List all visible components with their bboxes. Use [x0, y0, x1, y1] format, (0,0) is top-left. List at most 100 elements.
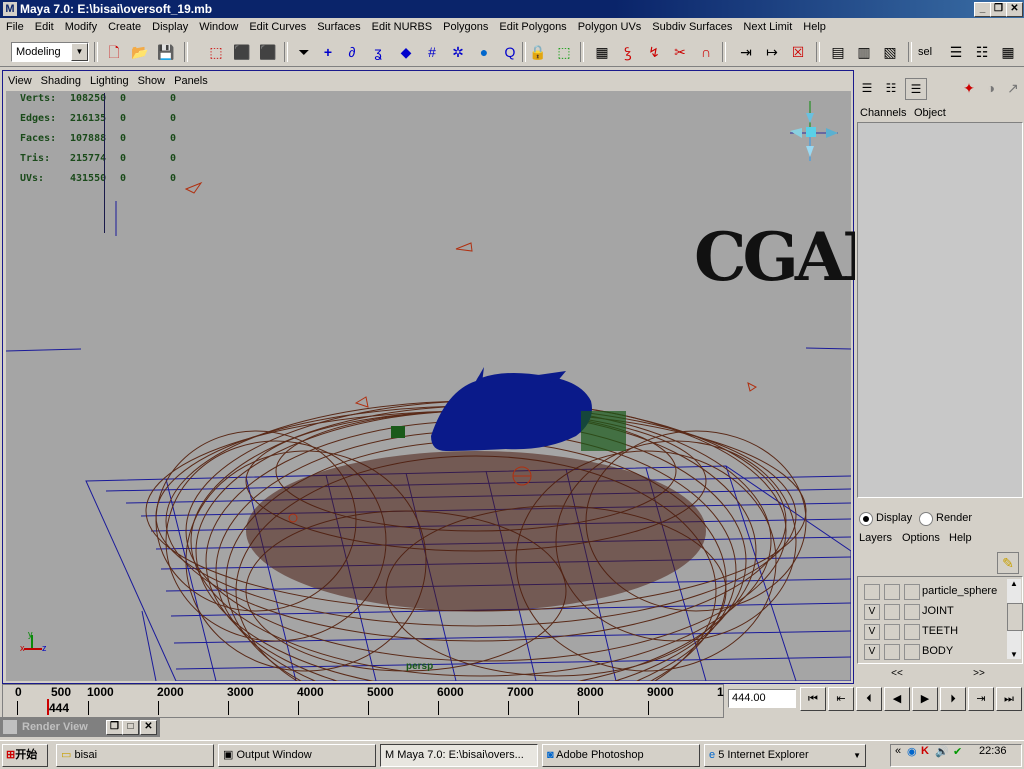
layer-color-swatch[interactable] — [904, 624, 920, 640]
render-view-minimized[interactable]: Render View ❐ □ ✕ — [0, 717, 160, 737]
menu-polygons[interactable]: Polygons — [437, 18, 493, 33]
update-icon[interactable]: ✔ — [953, 745, 962, 758]
layer-list[interactable]: particle_sphere V JOINT V TEETH V BODY ▲… — [857, 576, 1023, 664]
render-radio-label[interactable]: Render — [936, 512, 972, 524]
panel-menu-panels[interactable]: Panels — [169, 71, 212, 87]
menu-file[interactable]: File — [0, 18, 29, 33]
layer-template-toggle[interactable] — [884, 604, 900, 620]
go-to-end-button[interactable]: ⏭ — [996, 687, 1022, 711]
menu-edit-curves[interactable]: Edit Curves — [243, 18, 311, 33]
menu-modify[interactable]: Modify — [59, 18, 102, 33]
display-radio[interactable] — [859, 512, 873, 526]
save-scene-icon[interactable]: 💾 — [156, 42, 176, 62]
channel-box-layout-icon[interactable]: ☰ — [857, 78, 877, 98]
layer-color-swatch[interactable] — [904, 584, 920, 600]
step-forward-frame-button[interactable]: ⏵ — [940, 687, 966, 711]
mode-dropdown[interactable]: Modeling ▼ — [11, 42, 89, 62]
layer-menu-help[interactable]: Help — [949, 532, 972, 544]
channel-list[interactable] — [857, 122, 1023, 498]
channel-box-icon[interactable]: ▧ — [880, 42, 900, 62]
history-icon[interactable]: ✲ — [448, 42, 468, 62]
layer-name[interactable]: BODY — [922, 645, 953, 657]
layer-menu-options[interactable]: Options — [902, 532, 940, 544]
menu-window[interactable]: Window — [193, 18, 243, 33]
render-view-max-button[interactable]: □ — [122, 720, 139, 735]
maximize-button[interactable]: ❐ — [990, 2, 1007, 17]
tool-box-icon[interactable]: ▥ — [854, 42, 874, 62]
menu-display[interactable]: Display — [146, 18, 193, 33]
layer-name[interactable]: TEETH — [922, 625, 958, 637]
render-sphere-icon[interactable]: ● — [474, 42, 494, 62]
layer-template-toggle[interactable] — [884, 624, 900, 640]
layer-name[interactable]: JOINT — [922, 605, 954, 617]
layer-visibility-toggle[interactable]: V — [864, 644, 880, 660]
layer-scrollbar[interactable]: ▲ ▼ — [1007, 579, 1023, 659]
layer-template-toggle[interactable] — [884, 644, 900, 660]
snap-view-plane-icon[interactable]: ◆ — [396, 42, 416, 62]
render-view-close-button[interactable]: ✕ — [140, 720, 157, 735]
select-hierarchy-icon[interactable]: ⬚ — [206, 42, 226, 62]
shading-sphere-icon[interactable]: ◑ — [981, 78, 1001, 98]
taskbar-item[interactable]: ▣ Output Window — [218, 744, 376, 767]
menu-polygon-uvs[interactable]: Polygon UVs — [572, 18, 647, 33]
axis-tool-icon[interactable]: ✦ — [959, 78, 979, 98]
snap-curve-icon[interactable]: ∂ — [342, 42, 362, 62]
panel-menu-shading[interactable]: Shading — [36, 71, 85, 87]
layer-row[interactable]: V TEETH — [862, 623, 1002, 641]
graph-icon[interactable]: ▦ — [998, 42, 1018, 62]
outliner-icon[interactable]: ☷ — [972, 42, 992, 62]
layer-visibility-toggle[interactable] — [864, 584, 880, 600]
filter-icon[interactable]: ⏷ — [294, 42, 314, 62]
antivirus-icon[interactable]: K — [921, 745, 929, 757]
layer-scroll-right[interactable]: >> — [939, 668, 1019, 680]
menu-next-limit[interactable]: Next Limit — [737, 18, 797, 33]
panel-menu-lighting[interactable]: Lighting — [85, 71, 133, 87]
current-frame-field[interactable]: 444.00 — [728, 689, 796, 708]
taskbar-item[interactable]: ▭ bisai — [56, 744, 214, 767]
attribute-layout-icon[interactable]: ☷ — [881, 78, 901, 98]
volume-icon[interactable]: 🔊 — [935, 745, 949, 758]
start-button[interactable]: ⊞开始 — [2, 744, 48, 767]
layer-visibility-toggle[interactable]: V — [864, 624, 880, 640]
close-button[interactable]: ✕ — [1006, 2, 1023, 17]
render-view-restore-button[interactable]: ❐ — [106, 720, 123, 735]
go-to-start-button[interactable]: ⏮ — [800, 687, 826, 711]
arrow-icon[interactable]: ↗ — [1003, 78, 1023, 98]
magnet-icon[interactable]: ∩ — [696, 42, 716, 62]
render-region-icon[interactable]: ⬚ — [554, 42, 574, 62]
panel-menu-view[interactable]: View — [3, 71, 36, 87]
lock-icon[interactable]: 🔒 — [528, 42, 548, 62]
layer-template-toggle[interactable] — [884, 584, 900, 600]
open-scene-icon[interactable]: 📂 — [130, 42, 150, 62]
menu-create[interactable]: Create — [102, 18, 146, 33]
tool-settings-icon[interactable]: ☒ — [788, 42, 808, 62]
layer-row[interactable]: particle_sphere — [862, 583, 1002, 601]
layer-color-swatch[interactable] — [904, 644, 920, 660]
snap-point-icon[interactable]: ʓ — [368, 42, 388, 62]
layer-visibility-toggle[interactable]: V — [864, 604, 880, 620]
3d-viewport[interactable]: Verts: 108250 0 0 Edges: 216135 0 0 Faces: 1078… — [6, 91, 851, 681]
menu-surfaces[interactable]: Surfaces — [311, 18, 365, 33]
scroll-down-icon[interactable]: ▼ — [1007, 650, 1021, 659]
tray-expand-icon[interactable]: « — [895, 745, 901, 757]
panel-menu-show[interactable]: Show — [133, 71, 170, 87]
combined-layout-icon[interactable]: ☰ — [905, 78, 927, 100]
attribute-editor-icon[interactable]: ▤ — [828, 42, 848, 62]
new-layer-icon[interactable]: ✎ — [997, 552, 1019, 574]
menu-edit-nurbs[interactable]: Edit NURBS — [366, 18, 438, 33]
layer-row[interactable]: V JOINT — [862, 603, 1002, 621]
layer-row[interactable]: V BODY — [862, 643, 1002, 661]
render-settings-icon[interactable]: ↯ — [644, 42, 664, 62]
select-component-icon[interactable]: ⬛ — [258, 42, 278, 62]
new-scene-icon[interactable]: 🗋 — [104, 42, 124, 62]
step-back-key-button[interactable]: ⇤ — [828, 687, 854, 711]
hypergraph-icon[interactable]: ✂ — [670, 42, 690, 62]
ipr-render-icon[interactable]: ꝣ — [618, 42, 638, 62]
hypershade-icon[interactable]: Q — [500, 42, 520, 62]
step-back-frame-button[interactable]: ⏴ — [856, 687, 882, 711]
render-current-icon[interactable]: ▦ — [592, 42, 612, 62]
time-slider[interactable]: 0 500 1000 2000 3000 4000 5000 6000 7000… — [2, 684, 724, 718]
play-forward-button[interactable]: ▶ — [912, 687, 938, 711]
minimize-button[interactable]: _ — [974, 2, 991, 17]
taskbar-item[interactable]: ◙ Adobe Photoshop — [542, 744, 700, 767]
